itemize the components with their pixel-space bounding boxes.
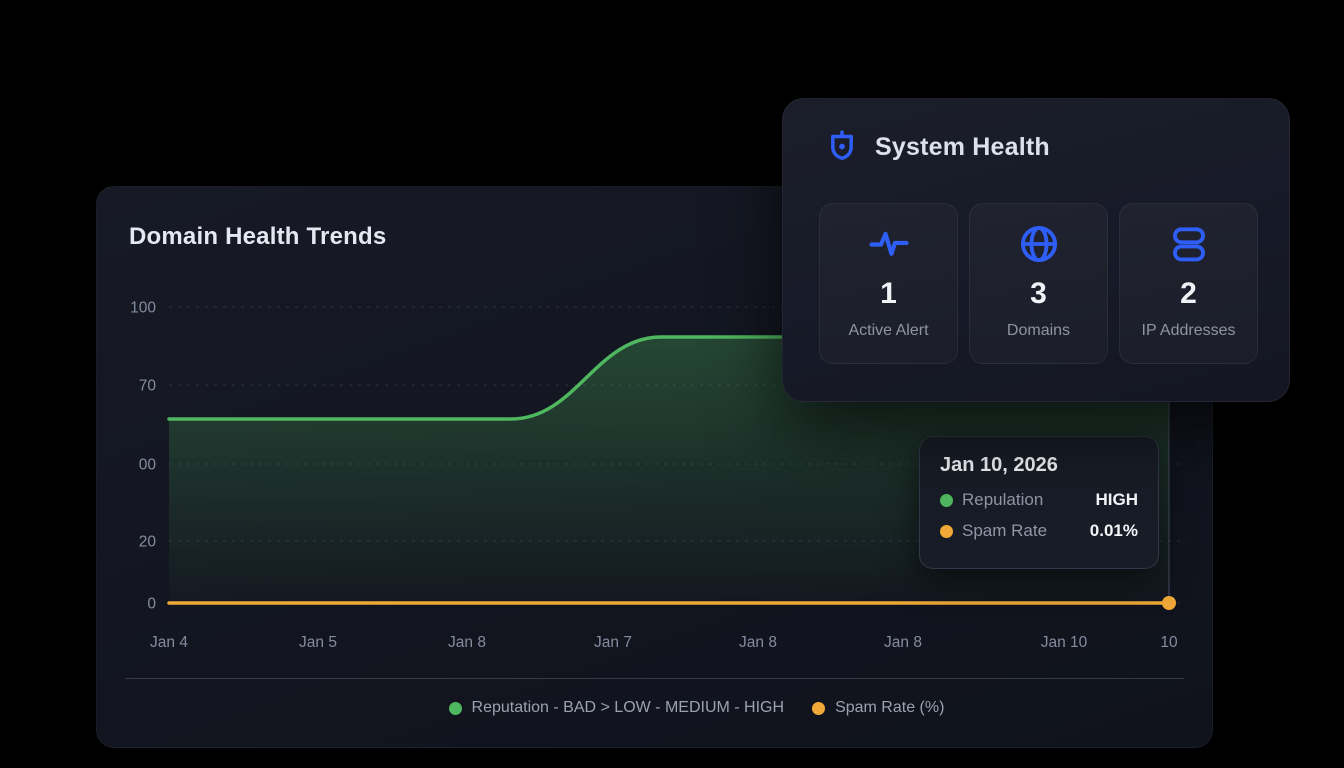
dashboard-page: Domain Health Trends 1007000200Jan 4Jan …	[0, 0, 1344, 768]
card-footer-divider	[125, 678, 1184, 679]
y-axis-tick-label: 100	[130, 300, 156, 317]
tooltip-date: Jan 10, 2026	[940, 454, 1138, 477]
reputation-dot	[940, 494, 953, 507]
tooltip-row: Spam Rate 0.01%	[940, 521, 1138, 541]
y-axis-tick-label: 00	[139, 457, 157, 474]
chart-tooltip: Jan 10, 2026 Repulation HIGH Spam Rate 0.01…	[919, 436, 1159, 569]
y-axis-tick-label: 0	[147, 596, 156, 613]
stat-box-ip-addresses: 2 IP Addresses	[1119, 203, 1258, 364]
legend-item: Spam Rate (%)	[812, 699, 944, 717]
stat-box-domains: 3 Domains	[969, 203, 1108, 364]
activity-icon	[868, 223, 910, 265]
stat-value: 1	[880, 279, 897, 309]
x-axis-tick-label: Jan 4	[150, 634, 188, 651]
shield-icon	[823, 127, 861, 167]
system-health-header: System Health	[823, 127, 1050, 167]
x-axis-tick-label: 10	[1160, 634, 1178, 651]
stat-box-active-alert: 1 Active Alert	[819, 203, 958, 364]
stat-label: IP Addresses	[1142, 322, 1236, 340]
globe-icon	[1018, 223, 1060, 265]
spam-rate-endpoint-dot	[1162, 596, 1176, 610]
stat-label: Domains	[1007, 322, 1070, 340]
x-axis-tick-label: Jan 10	[1041, 634, 1088, 651]
chart-legend: Reputation - BAD > LOW - MEDIUM - HIGH Sp…	[139, 699, 1254, 717]
spam-rate-dot	[940, 525, 953, 538]
x-axis-tick-label: Jan 8	[448, 634, 486, 651]
legend-label: Spam Rate (%)	[835, 699, 944, 717]
tooltip-series-value: HIGH	[1096, 490, 1139, 510]
tooltip-row: Repulation HIGH	[940, 490, 1138, 510]
server-icon	[1168, 223, 1210, 265]
tooltip-series-value: 0.01%	[1090, 521, 1138, 541]
reputation-dot	[449, 702, 462, 715]
stat-value: 2	[1180, 279, 1197, 309]
x-axis-tick-label: Jan 8	[884, 634, 922, 651]
system-health-card: System Health 1 Active Alert 3 Domains 2 IP A…	[782, 98, 1290, 402]
stat-value: 3	[1030, 279, 1047, 309]
tooltip-series-label: Repulation	[962, 490, 1043, 510]
stat-label: Active Alert	[848, 322, 928, 340]
y-axis-tick-label: 20	[139, 534, 157, 551]
x-axis-tick-label: Jan 7	[594, 634, 632, 651]
legend-item: Reputation - BAD > LOW - MEDIUM - HIGH	[449, 699, 785, 717]
system-health-title: System Health	[875, 133, 1050, 162]
x-axis-tick-label: Jan 5	[299, 634, 337, 651]
y-axis-tick-label: 70	[139, 378, 157, 395]
tooltip-series-label: Spam Rate	[962, 521, 1047, 541]
x-axis-tick-label: Jan 8	[739, 634, 777, 651]
legend-label: Reputation - BAD > LOW - MEDIUM - HIGH	[472, 699, 785, 717]
spam-rate-dot	[812, 702, 825, 715]
system-health-stats: 1 Active Alert 3 Domains 2 IP Addresses	[819, 203, 1258, 364]
